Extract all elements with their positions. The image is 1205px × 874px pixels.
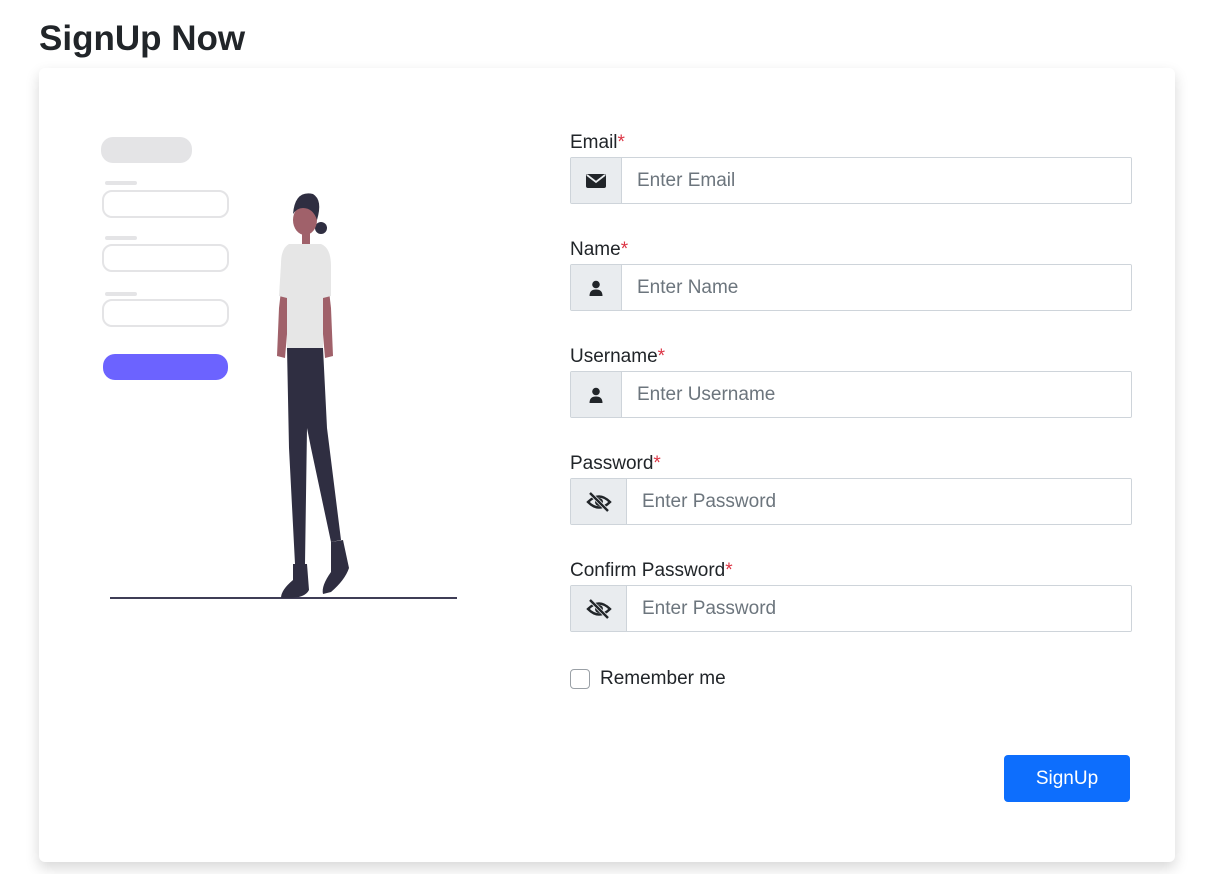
username-addon [571, 372, 622, 417]
username-input-group [570, 371, 1132, 418]
envelope-icon [586, 173, 606, 188]
username-label: Username* [570, 345, 1132, 371]
confirm-password-input-group [570, 585, 1132, 632]
remember-me-checkbox[interactable] [570, 669, 590, 689]
signup-button[interactable]: SignUp [1004, 755, 1130, 802]
illustration-field [102, 190, 229, 218]
username-field-group: Username* [570, 345, 1132, 418]
email-input-group [570, 157, 1132, 204]
username-label-text: Username [570, 346, 658, 367]
required-marker: * [657, 346, 666, 367]
required-marker: * [653, 453, 661, 474]
remember-me-row: Remember me [570, 666, 1132, 692]
confirm-password-toggle[interactable] [571, 586, 627, 631]
confirm-password-label: Confirm Password* [570, 559, 1132, 585]
remember-me-label[interactable]: Remember me [600, 668, 726, 690]
password-field-group: Password* [570, 452, 1132, 525]
signup-form: Email* Name* [570, 131, 1132, 692]
password-toggle[interactable] [571, 479, 627, 524]
email-field-group: Email* [570, 131, 1132, 204]
username-input[interactable] [622, 372, 1131, 417]
illustration-field [102, 244, 229, 272]
email-addon [571, 158, 622, 203]
name-label-text: Name [570, 239, 621, 260]
illustration-field [102, 299, 229, 327]
illustration-label-line [105, 181, 137, 185]
illustration-title-bar [101, 137, 192, 163]
illustration-label-line [105, 292, 137, 296]
name-input-group [570, 264, 1132, 311]
email-label-text: Email [570, 132, 618, 153]
password-input[interactable] [627, 479, 1131, 524]
illustration-button [103, 354, 228, 380]
password-input-group [570, 478, 1132, 525]
confirm-password-input[interactable] [627, 586, 1131, 631]
password-label: Password* [570, 452, 1132, 478]
name-input[interactable] [622, 265, 1131, 310]
illustration-label-line [105, 236, 137, 240]
confirm-password-label-text: Confirm Password [570, 560, 726, 581]
user-icon [589, 387, 603, 403]
name-field-group: Name* [570, 238, 1132, 311]
person-figure [277, 193, 349, 598]
email-input[interactable] [622, 158, 1131, 203]
required-marker: * [617, 132, 625, 153]
signup-card: Email* Name* [39, 68, 1175, 862]
name-label: Name* [570, 238, 1132, 264]
required-marker: * [620, 239, 629, 260]
name-addon [571, 265, 622, 310]
signup-illustration [101, 137, 457, 599]
email-label: Email* [570, 131, 1132, 157]
eye-slash-icon [585, 598, 612, 619]
password-label-text: Password [570, 453, 654, 474]
user-icon [589, 280, 603, 296]
required-marker: * [725, 560, 733, 581]
eye-slash-icon [585, 491, 612, 512]
page-title: SignUp Now [39, 19, 246, 58]
confirm-password-field-group: Confirm Password* [570, 559, 1132, 632]
